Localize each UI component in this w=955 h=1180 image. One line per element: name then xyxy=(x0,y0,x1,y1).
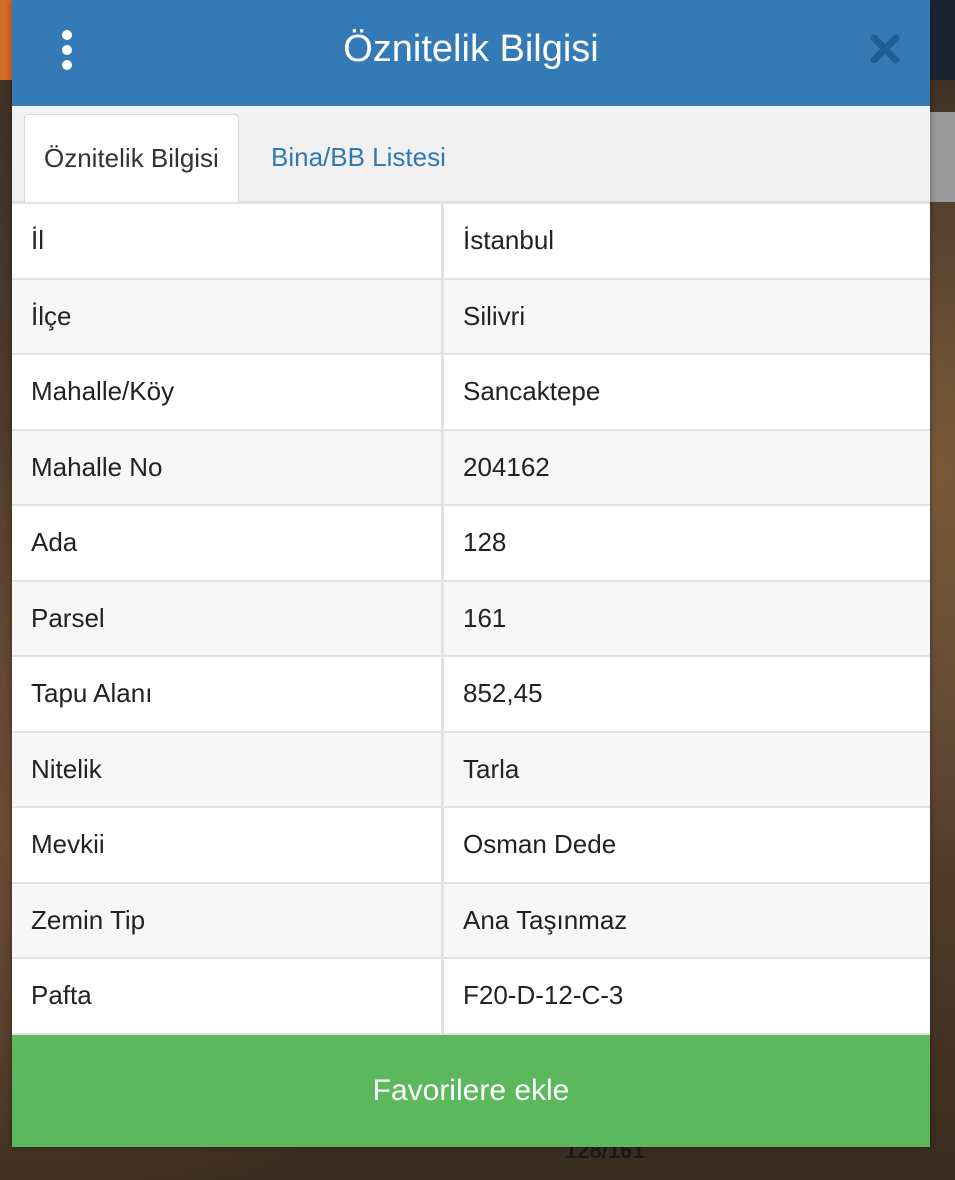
attribute-value: 161 xyxy=(444,581,930,655)
attribute-key: Zemin Tip xyxy=(12,883,444,957)
attribute-value: Sancaktepe xyxy=(444,355,930,429)
attribute-key: Mahalle/Köy xyxy=(12,355,444,429)
attribute-value: Ana Taşınmaz xyxy=(444,883,930,957)
table-row: Pafta F20-D-12-C-3 xyxy=(12,959,930,1035)
map-toolbar-edge xyxy=(0,0,12,80)
attribute-key: Nitelik xyxy=(12,732,444,806)
dialog-title: Öznitelik Bilgisi xyxy=(343,28,599,70)
map-side-panel xyxy=(929,112,955,202)
attribute-key: Tapu Alanı xyxy=(12,657,444,731)
tab-bar: Öznitelik Bilgisi Bina/BB Listesi xyxy=(12,106,930,203)
attribute-value: 204162 xyxy=(444,430,930,504)
attribute-key: İl xyxy=(12,204,444,278)
table-row: Mevkii Osman Dede xyxy=(12,808,930,884)
table-row: Parsel 161 xyxy=(12,581,930,657)
attribute-key: Mahalle No xyxy=(12,430,444,504)
attribute-key: Mevkii xyxy=(12,808,444,882)
table-row: Mahalle/Köy Sancaktepe xyxy=(12,355,930,431)
attribute-value: Tarla xyxy=(444,732,930,806)
attribute-value: Osman Dede xyxy=(444,808,930,882)
table-row: Zemin Tip Ana Taşınmaz xyxy=(12,883,930,959)
table-row: Tapu Alanı 852,45 xyxy=(12,657,930,733)
table-row: Mahalle No 204162 xyxy=(12,430,930,506)
attribute-key: İlçe xyxy=(12,279,444,353)
tab-building-list[interactable]: Bina/BB Listesi xyxy=(252,114,465,201)
close-icon[interactable] xyxy=(868,32,902,66)
attribute-key: Parsel xyxy=(12,581,444,655)
table-row: Nitelik Tarla xyxy=(12,732,930,808)
dialog-header: Öznitelik Bilgisi xyxy=(12,0,930,106)
tab-attribute-info[interactable]: Öznitelik Bilgisi xyxy=(24,114,239,203)
attribute-key: Ada xyxy=(12,506,444,580)
table-row: İlçe Silivri xyxy=(12,279,930,355)
map-topbar-edge xyxy=(929,0,955,80)
table-row: Ada 128 xyxy=(12,506,930,582)
add-to-favorites-button[interactable]: Favorilere ekle xyxy=(12,1035,930,1147)
attribute-value: 852,45 xyxy=(444,657,930,731)
table-row: İl İstanbul xyxy=(12,204,930,280)
attribute-value: F20-D-12-C-3 xyxy=(444,959,930,1033)
attribute-dialog: Öznitelik Bilgisi Öznitelik Bilgisi Bina… xyxy=(12,0,930,1147)
attribute-value: İstanbul xyxy=(444,204,930,278)
attribute-value: Silivri xyxy=(444,279,930,353)
attribute-table: İl İstanbul İlçe Silivri Mahalle/Köy San… xyxy=(12,202,930,1035)
attribute-key: Pafta xyxy=(12,959,444,1033)
attribute-value: 128 xyxy=(444,506,930,580)
